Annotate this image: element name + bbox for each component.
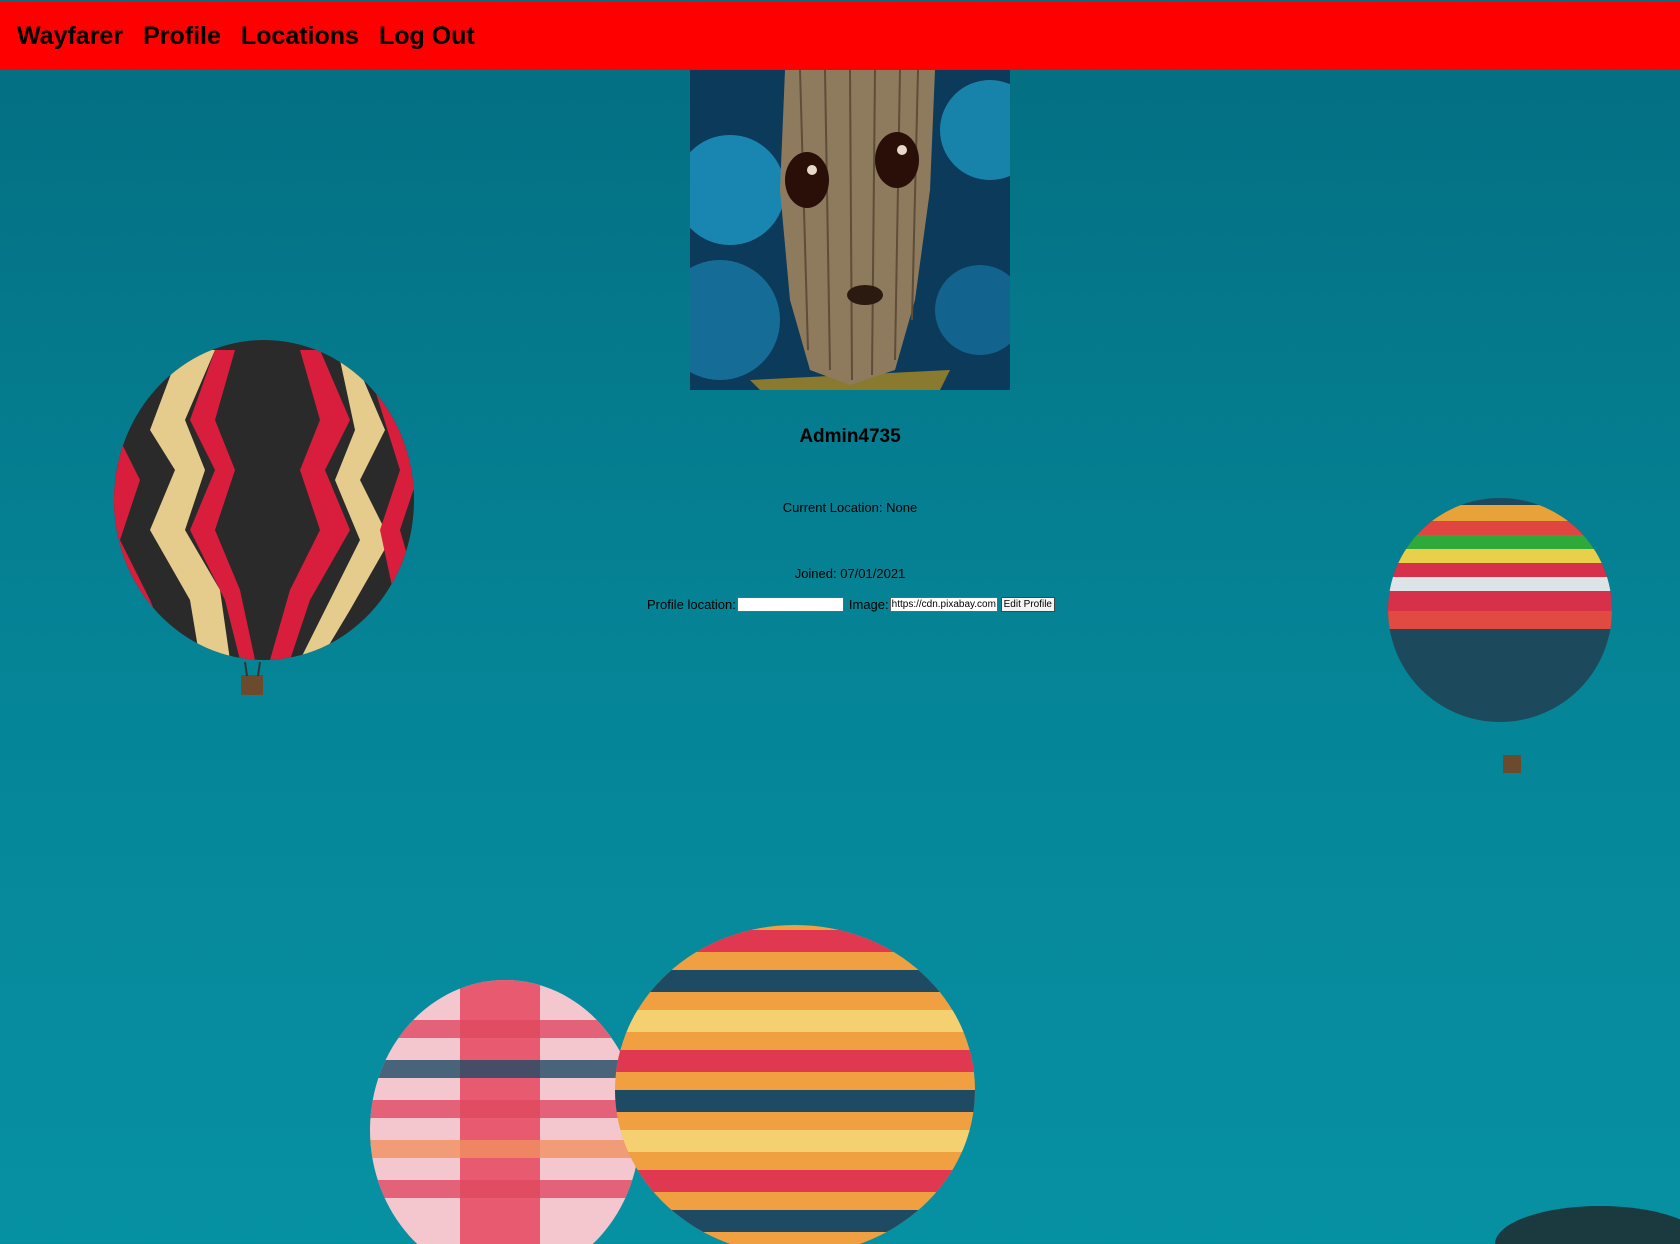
nav-link-wayfarer[interactable]: Wayfarer [17,22,123,51]
top-navbar: Wayfarer Profile Locations Log Out [0,2,1680,70]
left-balloon-basket [241,675,263,695]
image-label: Image: [848,597,889,612]
joined-date-text: Joined: 07/01/2021 [794,566,906,581]
edit-profile-button[interactable]: Edit Profile [1000,597,1055,612]
nav-link-log-out[interactable]: Log Out [379,22,475,51]
right-balloon [1388,498,1612,722]
bottom-left-balloon [370,980,640,1244]
image-url-input[interactable] [889,597,998,612]
profile-username: Admin4735 [799,426,901,447]
edit-profile-form: Profile location: Image: Edit Profile [647,597,1055,612]
nav-link-locations[interactable]: Locations [241,22,359,51]
profile-location-input[interactable] [736,597,844,612]
nav-link-profile[interactable]: Profile [143,22,221,51]
right-balloon-basket [1503,755,1521,773]
bottom-right-balloon [1495,1206,1680,1244]
current-location-text: Current Location: None [782,500,918,515]
profile-avatar-image [690,70,1010,390]
profile-location-label: Profile location: [647,597,736,612]
bottom-center-balloon [615,925,975,1244]
